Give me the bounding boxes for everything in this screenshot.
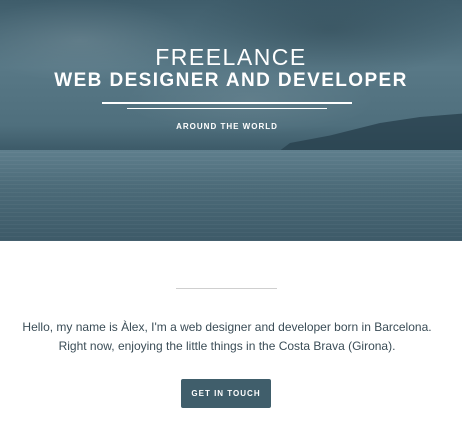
hero-title-role: WEB DESIGNER AND DEVELOPER [54,70,408,91]
intro-line-2: Right now, enjoying the little things in… [58,339,396,353]
intro-line-1: Hello, my name is Àlex, I'm a web design… [22,320,432,334]
hero-rule-bottom [127,108,327,109]
hero-background-sea [0,150,462,241]
get-in-touch-button[interactable]: GET IN TOUCH [181,379,271,408]
hero-title-freelance: FREELANCE [155,44,307,70]
hero-subtitle: AROUND THE WORLD [176,122,278,131]
intro-text: Hello, my name is Àlex, I'm a web design… [0,318,454,356]
section-divider [176,288,277,289]
hero-double-rule [102,102,352,111]
hero-rule-top [102,102,352,104]
hero-banner: FREELANCE WEB DESIGNER AND DEVELOPER ARO… [0,0,462,241]
